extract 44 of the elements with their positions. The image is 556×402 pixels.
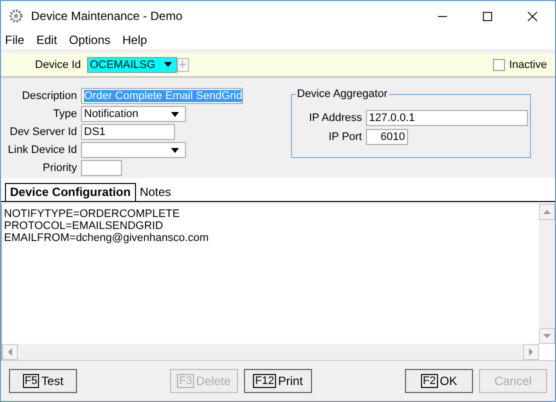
checkbox[interactable] (493, 58, 506, 70)
scroll-down-icon[interactable] (539, 328, 555, 344)
field-label: Description (20, 90, 77, 102)
window-title: Device Maintenance - Demo (31, 9, 182, 23)
dropdown-field[interactable] (81, 142, 186, 158)
menu-item[interactable]: Options (69, 33, 110, 47)
field-label: IP Port (328, 131, 362, 143)
action-button[interactable]: F5 Test (9, 369, 77, 393)
field-label: Priority (42, 162, 77, 174)
tab[interactable]: Device Configuration (5, 183, 136, 201)
gear-icon (9, 9, 23, 23)
vertical-scrollbar[interactable] (539, 204, 555, 344)
plus-icon (179, 61, 186, 68)
add-button[interactable] (176, 58, 189, 72)
field-label: Dev Server Id (8, 126, 77, 138)
menu-item[interactable]: File (5, 33, 24, 47)
action-button[interactable]: F2 OK (405, 369, 473, 393)
caret-icon (164, 62, 172, 67)
group-title: Device Aggregator (296, 88, 388, 100)
input-field[interactable] (81, 160, 122, 176)
input-field[interactable]: 127.0.0.1 (366, 110, 528, 126)
caret-icon (171, 148, 179, 152)
config-line: PROTOCOL=EMAILSENDGRID (4, 220, 164, 232)
scroll-right-icon[interactable] (523, 344, 539, 360)
caret-icon (171, 112, 179, 116)
tab[interactable]: Notes (136, 184, 176, 201)
config-line: NOTIFYTYPE=ORDERCOMPLETE (4, 208, 181, 220)
field-label: Device Id (35, 58, 81, 70)
device-id-dropdown[interactable]: OCEMAILSG (86, 56, 177, 72)
menu-item[interactable]: Edit (36, 33, 58, 47)
scroll-up-icon[interactable] (539, 204, 555, 220)
menu-item[interactable]: Help (122, 33, 148, 47)
config-line: EMAILFROM=dcheng@givenhansco.com (4, 232, 210, 244)
action-button[interactable]: F12 Print (244, 369, 312, 393)
field-label: IP Address (308, 112, 362, 124)
field-label: Type (52, 108, 77, 120)
horizontal-scrollbar[interactable] (2, 344, 539, 360)
text-area[interactable]: NOTIFYTYPE=ORDERCOMPLETE PROTOCOL=EMAILSENDGRID EMAILFROM=dcheng@givenhansco.com (1, 204, 555, 360)
input-field[interactable]: 6010 (366, 129, 408, 145)
checkbox-label: Inactive (509, 58, 547, 70)
input-field[interactable]: DS1 (81, 124, 175, 140)
dropdown-field[interactable]: Notification (81, 106, 186, 122)
field-label: Link Device Id (6, 144, 77, 156)
scroll-left-icon[interactable] (2, 344, 18, 360)
